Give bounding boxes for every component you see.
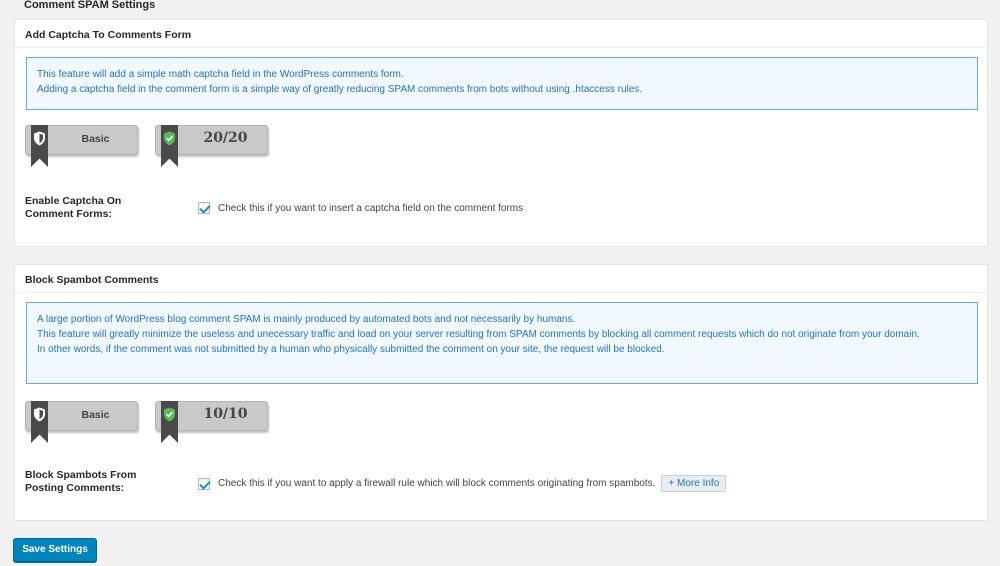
ribbon-icon [161, 125, 178, 167]
spambot-field-row: Check this if you want to apply a firewa… [198, 475, 727, 492]
ribbon-icon [31, 125, 48, 167]
captcha-field-row: Check this if you want to insert a captc… [198, 202, 523, 214]
shield-icon [34, 407, 45, 422]
spambot-panel: Block Spambot Comments A large portion o… [14, 264, 988, 521]
spambot-checkbox[interactable] [198, 477, 210, 490]
captcha-info-line-2: Adding a captcha field in the comment fo… [37, 84, 643, 95]
captcha-panel: Add Captcha To Comments Form This featur… [14, 19, 988, 247]
captcha-info-line-1: This feature will add a simple math capt… [37, 69, 404, 80]
spambot-panel-header: Block Spambot Comments [15, 265, 987, 293]
captcha-field-description: Check this if you want to insert a captc… [218, 202, 524, 214]
spambot-info-line-3: In other words, if the comment was not s… [37, 344, 665, 355]
spambot-field-description: Check this if you want to apply a firewa… [218, 478, 656, 489]
shield-check-icon [164, 407, 175, 422]
shield-check-icon [164, 131, 175, 146]
spambot-field-label: Block Spambots From Posting Comments: [25, 469, 137, 494]
security-level-badge: Basic [25, 401, 138, 443]
spambot-info-line-1: A large portion of WordPress blog commen… [37, 314, 576, 325]
captcha-panel-header: Add Captcha To Comments Form [15, 20, 987, 48]
ribbon-icon [161, 401, 178, 443]
security-score-badge: 10/10 [155, 401, 268, 443]
security-level-badge: Basic [25, 125, 138, 167]
captcha-field-label: Enable Captcha On Comment Forms: [25, 195, 122, 220]
save-settings-button[interactable]: Save Settings [13, 538, 97, 562]
security-score-badge: 20/20 [155, 125, 268, 167]
ribbon-icon [31, 401, 48, 443]
spambot-info-box: A large portion of WordPress blog commen… [26, 302, 978, 384]
security-level-text: Basic [81, 133, 110, 145]
page-title: Comment SPAM Settings [24, 0, 156, 11]
security-score-text: 20/20 [203, 130, 248, 146]
spambot-info-line-2: This feature will greatly minimize the u… [37, 329, 920, 340]
security-level-text: Basic [81, 409, 110, 421]
captcha-info-box: This feature will add a simple math capt… [26, 57, 978, 110]
captcha-checkbox[interactable] [198, 202, 210, 214]
more-info-button[interactable]: + More Info [661, 475, 727, 492]
security-score-text: 10/10 [203, 406, 248, 422]
shield-icon [34, 131, 45, 146]
